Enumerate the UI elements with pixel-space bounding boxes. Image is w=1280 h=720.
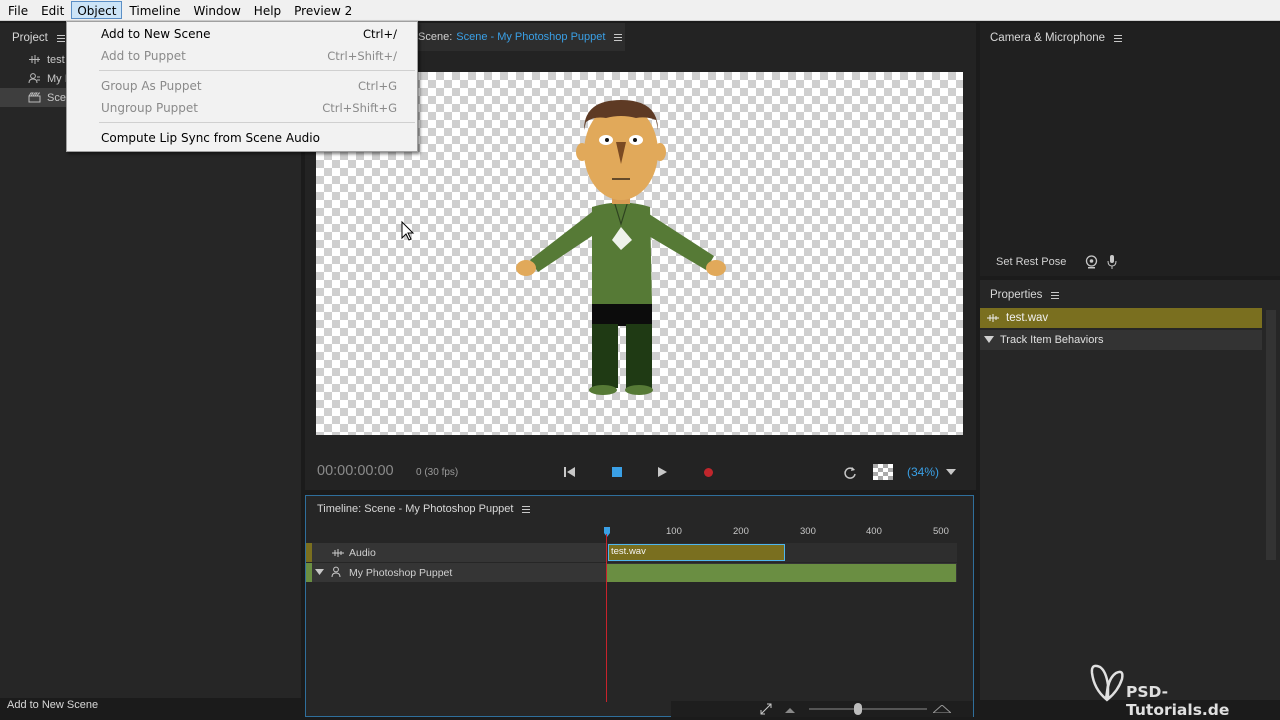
timecode-display: 00:00:00:00 bbox=[317, 463, 394, 479]
scene-icon bbox=[28, 92, 41, 103]
properties-title: Properties bbox=[990, 289, 1043, 301]
fit-to-window-icon[interactable] bbox=[760, 703, 772, 715]
menu-separator bbox=[99, 70, 415, 71]
zoom-slider-track[interactable] bbox=[809, 708, 927, 710]
menu-item-compute-lip-sync[interactable]: Compute Lip Sync from Scene Audio bbox=[67, 127, 417, 149]
menu-separator bbox=[99, 122, 415, 123]
scene-tab-name: Scene - My Photoshop Puppet bbox=[456, 31, 606, 43]
mouse-cursor-icon bbox=[401, 220, 415, 241]
butterfly-logo-icon bbox=[1090, 664, 1124, 702]
track-label: My Photoshop Puppet bbox=[349, 566, 453, 579]
menu-edit[interactable]: Edit bbox=[35, 1, 70, 19]
ruler-tick: 400 bbox=[866, 526, 882, 537]
project-item-label: My I bbox=[47, 72, 68, 85]
timeline-title: Timeline: Scene - My Photoshop Puppet bbox=[317, 503, 514, 515]
camera-microphone-panel: Camera & Microphone Set Rest Pose bbox=[980, 23, 1280, 276]
ruler-tick: 200 bbox=[733, 526, 749, 537]
refresh-icon[interactable] bbox=[843, 465, 857, 479]
panel-menu-icon[interactable] bbox=[56, 33, 65, 44]
disclosure-triangle-icon[interactable] bbox=[984, 336, 994, 344]
audio-clip[interactable]: test.wav bbox=[608, 544, 785, 561]
menu-item-shortcut: Ctrl+Shift+G bbox=[322, 101, 397, 115]
zoom-slider-thumb[interactable] bbox=[854, 703, 862, 715]
timeline-panel: Timeline: Scene - My Photoshop Puppet 10… bbox=[305, 495, 974, 717]
menu-item-add-to-new-scene[interactable]: Add to New Scene Ctrl+/ bbox=[67, 23, 417, 45]
zoom-out-icon[interactable] bbox=[785, 707, 795, 713]
project-title: Project bbox=[12, 32, 48, 44]
menu-object[interactable]: Object bbox=[71, 1, 123, 19]
menu-item-label: Ungroup Puppet bbox=[101, 101, 199, 115]
set-rest-pose-button[interactable]: Set Rest Pose bbox=[996, 256, 1066, 268]
track-item-behaviors-section[interactable]: Track Item Behaviors bbox=[980, 330, 1262, 350]
zoom-level[interactable]: (34%) bbox=[907, 465, 939, 479]
zoom-in-icon[interactable] bbox=[933, 705, 951, 713]
menu-item-shortcut: Ctrl+G bbox=[357, 79, 397, 93]
project-item-label: test bbox=[47, 53, 65, 66]
menu-help[interactable]: Help bbox=[248, 1, 287, 19]
transparency-grid-icon[interactable] bbox=[873, 464, 893, 480]
panel-menu-icon[interactable] bbox=[1114, 33, 1123, 44]
menu-preview-2[interactable]: Preview 2 bbox=[288, 1, 358, 19]
stop-button-icon[interactable] bbox=[611, 466, 623, 478]
ruler-tick: 100 bbox=[666, 526, 682, 537]
puppet-icon bbox=[28, 73, 41, 84]
webcam-icon[interactable] bbox=[1085, 255, 1098, 269]
playhead-line[interactable] bbox=[606, 534, 607, 702]
properties-selected-item[interactable]: test.wav bbox=[980, 308, 1262, 328]
chevron-down-icon[interactable] bbox=[946, 469, 956, 475]
scene-tab-prefix: Scene: bbox=[418, 31, 453, 43]
menu-item-label: Group As Puppet bbox=[101, 79, 202, 93]
properties-panel: Properties test.wav Track Item Behaviors bbox=[980, 280, 1280, 700]
timeline-zoom-bar bbox=[671, 701, 973, 717]
status-text: Add to New Scene bbox=[7, 699, 99, 711]
microphone-icon[interactable] bbox=[1107, 255, 1117, 269]
scene-tab[interactable]: Scene: Scene - My Photoshop Puppet bbox=[413, 23, 625, 51]
panel-menu-icon[interactable] bbox=[1051, 290, 1060, 301]
menu-file[interactable]: File bbox=[2, 1, 34, 19]
watermark-text: PSD-Tutorials.de bbox=[1126, 683, 1230, 719]
menu-item-label: Add to New Scene bbox=[101, 27, 211, 41]
vertical-scrollbar[interactable] bbox=[1266, 310, 1276, 560]
puppet-icon bbox=[331, 566, 341, 578]
menu-item-label: Compute Lip Sync from Scene Audio bbox=[101, 131, 320, 145]
audio-icon bbox=[987, 314, 999, 322]
section-label: Track Item Behaviors bbox=[1000, 334, 1104, 346]
menu-item-shortcut: Ctrl+/ bbox=[363, 27, 397, 41]
frame-info: 0 (30 fps) bbox=[416, 467, 459, 478]
transport-bar: 00:00:00:00 0 (30 fps) (34%) bbox=[305, 453, 976, 489]
menu-timeline[interactable]: Timeline bbox=[123, 1, 186, 19]
audio-icon bbox=[28, 54, 41, 65]
menu-item-label: Add to Puppet bbox=[101, 49, 186, 63]
watermark-logo: PSD-Tutorials.de bbox=[1088, 659, 1258, 719]
menu-item-group-as-puppet: Group As Puppet Ctrl+G bbox=[67, 75, 417, 97]
panel-menu-icon[interactable] bbox=[522, 504, 531, 515]
menu-item-ungroup-puppet: Ungroup Puppet Ctrl+Shift+G bbox=[67, 97, 417, 119]
properties-panel-header: Properties bbox=[980, 280, 1280, 310]
puppet-clip[interactable] bbox=[607, 564, 956, 582]
object-menu-dropdown: Add to New Scene Ctrl+/ Add to Puppet Ct… bbox=[66, 21, 418, 152]
menu-item-shortcut: Ctrl+Shift+/ bbox=[327, 49, 397, 63]
playhead-marker-icon[interactable] bbox=[603, 527, 611, 539]
record-button-icon[interactable] bbox=[703, 467, 714, 478]
disclosure-triangle-icon[interactable] bbox=[315, 569, 324, 576]
project-item-label: Sce bbox=[47, 91, 66, 104]
properties-item-label: test.wav bbox=[1006, 312, 1049, 324]
menu-item-add-to-puppet: Add to Puppet Ctrl+Shift+/ bbox=[67, 45, 417, 67]
ruler-tick: 500 bbox=[933, 526, 949, 537]
camera-panel-header: Camera & Microphone bbox=[980, 23, 1280, 53]
ruler-tick: 300 bbox=[800, 526, 816, 537]
play-button-icon[interactable] bbox=[656, 466, 668, 478]
track-label: Audio bbox=[349, 546, 376, 559]
camera-title: Camera & Microphone bbox=[990, 32, 1106, 44]
go-to-start-icon[interactable] bbox=[563, 466, 577, 478]
menubar: File Edit Object Timeline Window Help Pr… bbox=[0, 0, 1280, 21]
menu-window[interactable]: Window bbox=[187, 1, 246, 19]
audio-icon bbox=[332, 549, 344, 557]
timeline-header: Timeline: Scene - My Photoshop Puppet bbox=[317, 503, 531, 515]
panel-menu-icon[interactable] bbox=[614, 32, 623, 43]
